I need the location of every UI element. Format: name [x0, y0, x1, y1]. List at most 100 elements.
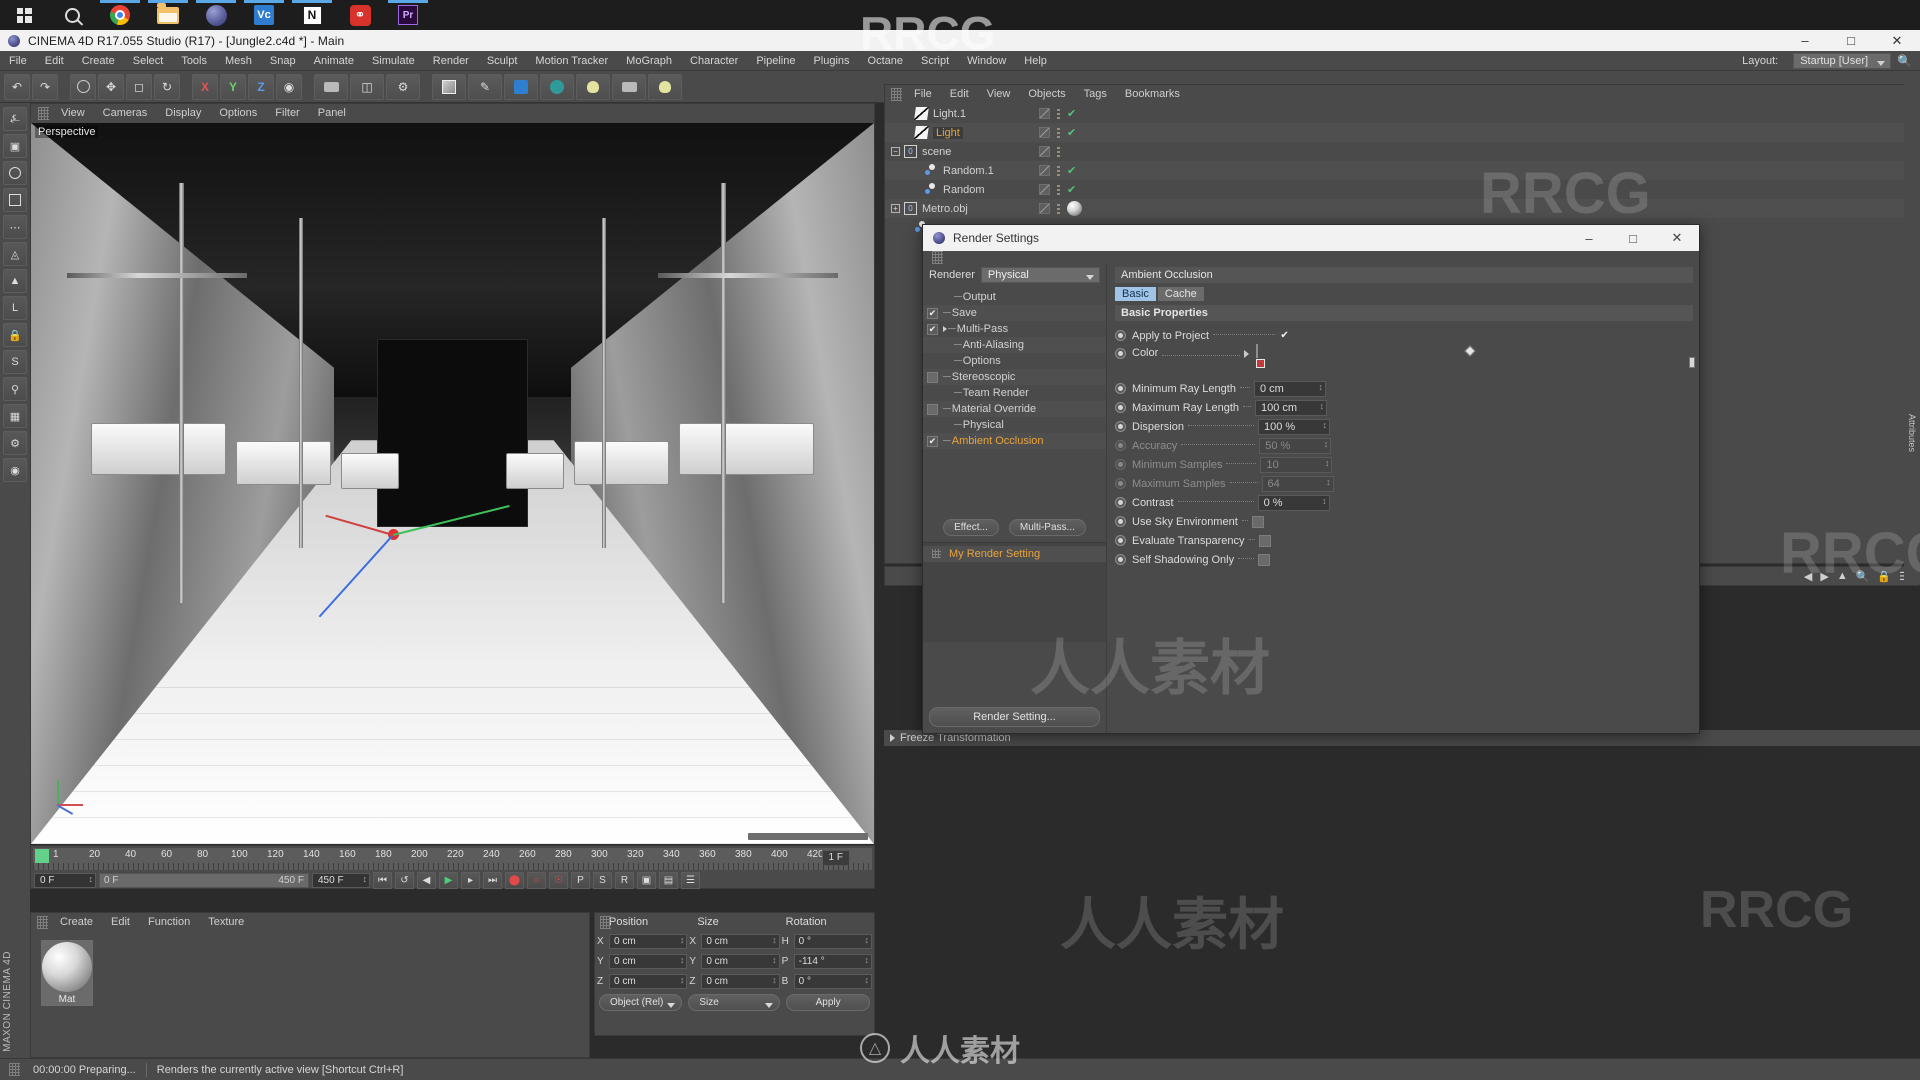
tree-checkbox[interactable] — [927, 371, 938, 383]
tool-viewport-solo[interactable]: ◉ — [3, 458, 27, 482]
start-button[interactable] — [0, 0, 48, 30]
self-shadowing-only-checkbox[interactable] — [1258, 553, 1271, 566]
panel-grip-icon[interactable] — [600, 916, 611, 929]
tree-item-save[interactable]: ✔ ─ Save — [923, 305, 1106, 321]
render-tag-icon[interactable] — [1039, 127, 1050, 138]
apply-to-project-checkbox[interactable]: ✔ — [1279, 330, 1290, 341]
object-menu-objects[interactable]: Objects — [1019, 85, 1074, 104]
menu-help[interactable]: Help — [1015, 51, 1056, 71]
current-time-marker[interactable] — [35, 849, 49, 863]
size-z-field[interactable]: 0 cm — [701, 973, 780, 989]
menu-character[interactable]: Character — [681, 51, 747, 71]
position-key-button[interactable]: P — [571, 871, 590, 889]
tool-point-mode[interactable]: ⋯ — [3, 215, 27, 239]
cinema4d-button[interactable] — [192, 0, 240, 30]
menu-script[interactable]: Script — [912, 51, 958, 71]
tree-checkbox[interactable]: ✔ — [927, 323, 938, 335]
render-tag-icon[interactable] — [1039, 184, 1050, 195]
end-frame-field[interactable]: 450 F — [312, 872, 370, 888]
tool-workplane[interactable]: L — [3, 296, 27, 320]
step-forward-button[interactable]: ▸ — [461, 871, 480, 889]
record-button[interactable]: ⬤ — [505, 871, 524, 889]
tool-polygon-mode[interactable]: ▲ — [3, 269, 27, 293]
object-row-random1[interactable]: Random.1 ✔ — [885, 161, 1919, 180]
render-preset-row[interactable]: My Render Setting — [923, 545, 1106, 562]
scale-key-button[interactable]: S — [593, 871, 612, 889]
param-key-button[interactable]: ▣ — [637, 871, 656, 889]
minimize-button[interactable]: – — [1782, 30, 1828, 51]
panel-grip-icon[interactable] — [932, 250, 943, 264]
visibility-check-icon[interactable]: ✔ — [1067, 183, 1076, 196]
material-menu-function[interactable]: Function — [139, 913, 199, 932]
material-swatch[interactable]: Mat — [41, 940, 93, 1006]
search-button[interactable] — [48, 0, 96, 30]
panel-grip-icon[interactable] — [9, 1063, 20, 1076]
menu-render[interactable]: Render — [424, 51, 478, 71]
render-settings-button[interactable]: ⚙ — [386, 73, 420, 100]
tree-item-physical[interactable]: ─ Physical — [923, 417, 1106, 433]
tool-undo-view[interactable]: ⍼ — [3, 107, 27, 131]
play-backwards-button[interactable]: ◀ — [417, 871, 436, 889]
menu-edit[interactable]: Edit — [36, 51, 73, 71]
creative-cloud-button[interactable]: ⚭ — [336, 0, 384, 30]
timeline-ruler[interactable]: 1 20 40 60 80 100 120 140 160 180 200 22… — [33, 848, 872, 870]
radio-icon[interactable] — [1115, 402, 1126, 413]
layout-selector[interactable]: Startup [User] — [1793, 52, 1892, 69]
attr-prev-icon[interactable]: ◀ — [1804, 570, 1812, 583]
camera-button[interactable] — [612, 73, 646, 100]
preset-drag-icon[interactable] — [932, 549, 941, 558]
pos-y-field[interactable]: 0 cm — [609, 953, 688, 969]
rotation-key-button[interactable]: R — [615, 871, 634, 889]
object-row-light[interactable]: Light ✔ — [885, 123, 1919, 142]
axis-z-toggle[interactable]: Z — [248, 73, 274, 100]
object-menu-file[interactable]: File — [905, 85, 941, 104]
menu-mograph[interactable]: MoGraph — [617, 51, 681, 71]
visibility-check-icon[interactable]: ✔ — [1067, 164, 1076, 177]
viewport-menu-options[interactable]: Options — [210, 104, 266, 123]
tree-checkbox[interactable] — [927, 403, 938, 415]
tab-basic[interactable]: Basic — [1115, 287, 1156, 301]
scene-object-button[interactable] — [576, 73, 610, 100]
tree-checkbox[interactable]: ✔ — [927, 435, 938, 447]
primitive-cube-button[interactable] — [432, 73, 466, 100]
render-settings-close-button[interactable]: ✕ — [1655, 225, 1699, 251]
minimum-ray-length-field[interactable]: 0 cm — [1253, 380, 1326, 397]
menu-pipeline[interactable]: Pipeline — [747, 51, 804, 71]
render-tag-icon[interactable] — [1039, 108, 1050, 119]
gradient-knob-start[interactable] — [1256, 359, 1266, 368]
material-menu-texture[interactable]: Texture — [199, 913, 253, 932]
render-tag-icon[interactable] — [1039, 146, 1050, 157]
redo-button[interactable]: ↷ — [32, 73, 58, 100]
rotate-tool[interactable]: ↻ — [154, 73, 180, 100]
rot-p-field[interactable]: -114 ° — [793, 953, 872, 969]
tool-uv-mesh[interactable]: ▦ — [3, 404, 27, 428]
color-expand-icon[interactable] — [1244, 350, 1250, 358]
viewport-menu-filter[interactable]: Filter — [266, 104, 308, 123]
layout-search-icon[interactable]: 🔍 — [1897, 54, 1912, 68]
pos-z-field[interactable]: 0 cm — [609, 973, 688, 989]
radio-icon[interactable] — [1115, 421, 1126, 432]
attr-pin-icon[interactable]: ▲ — [1837, 570, 1848, 582]
pla-key-button[interactable]: ▤ — [659, 871, 678, 889]
menu-window[interactable]: Window — [958, 51, 1015, 71]
tree-checkbox[interactable]: ✔ — [927, 307, 938, 319]
object-menu-view[interactable]: View — [978, 85, 1020, 104]
menu-octane[interactable]: Octane — [859, 51, 912, 71]
panel-grip-icon[interactable] — [891, 88, 902, 101]
menu-select[interactable]: Select — [124, 51, 173, 71]
play-button[interactable]: ▶ — [439, 871, 458, 889]
render-tag-icon[interactable] — [1039, 203, 1050, 214]
menu-file[interactable]: File — [0, 51, 36, 71]
radio-icon[interactable] — [1115, 497, 1126, 508]
current-frame-field[interactable]: 0 F — [34, 872, 96, 888]
expand-collapse-icon[interactable]: − — [891, 147, 900, 156]
move-tool[interactable]: ✥ — [98, 73, 124, 100]
radio-icon[interactable] — [1115, 516, 1126, 527]
material-menu-edit[interactable]: Edit — [102, 913, 139, 932]
timeline-range-bar[interactable]: 0 F 450 F — [99, 872, 309, 888]
menu-snap[interactable]: Snap — [261, 51, 305, 71]
coord-apply-button[interactable]: Apply — [786, 994, 871, 1011]
evaluate-transparency-checkbox[interactable] — [1258, 534, 1271, 547]
panel-grip-icon[interactable] — [38, 107, 49, 120]
world-coordinate-toggle[interactable]: ◉ — [276, 73, 302, 100]
